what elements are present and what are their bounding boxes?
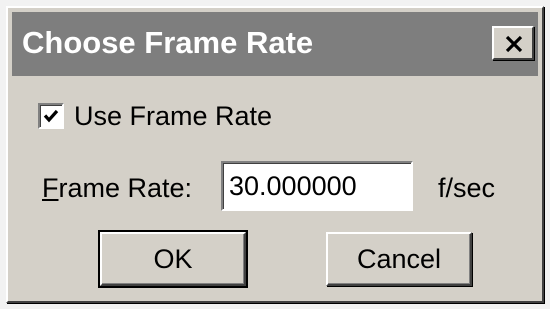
frame-rate-label-mnemonic: F (42, 173, 59, 203)
use-frame-rate-checkbox[interactable] (38, 103, 64, 129)
ok-button[interactable]: OK (98, 230, 248, 288)
choose-frame-rate-dialog: Choose Frame Rate Use Frame Rate Frame R… (6, 6, 544, 303)
close-icon (505, 35, 523, 53)
checkmark-icon (43, 109, 59, 123)
frame-rate-label-text: rame Rate: (58, 173, 193, 203)
cancel-button[interactable]: Cancel (326, 232, 472, 286)
frame-rate-label: Frame Rate: (42, 171, 192, 205)
frame-rate-input[interactable] (221, 161, 413, 211)
close-button[interactable] (492, 26, 534, 60)
dialog-title: Choose Frame Rate (22, 25, 314, 60)
use-frame-rate-label: Use Frame Rate (74, 101, 273, 131)
use-frame-rate-row[interactable]: Use Frame Rate (38, 99, 272, 133)
frame-rate-unit: f/sec (438, 173, 496, 203)
title-bar: Choose Frame Rate (12, 12, 538, 76)
